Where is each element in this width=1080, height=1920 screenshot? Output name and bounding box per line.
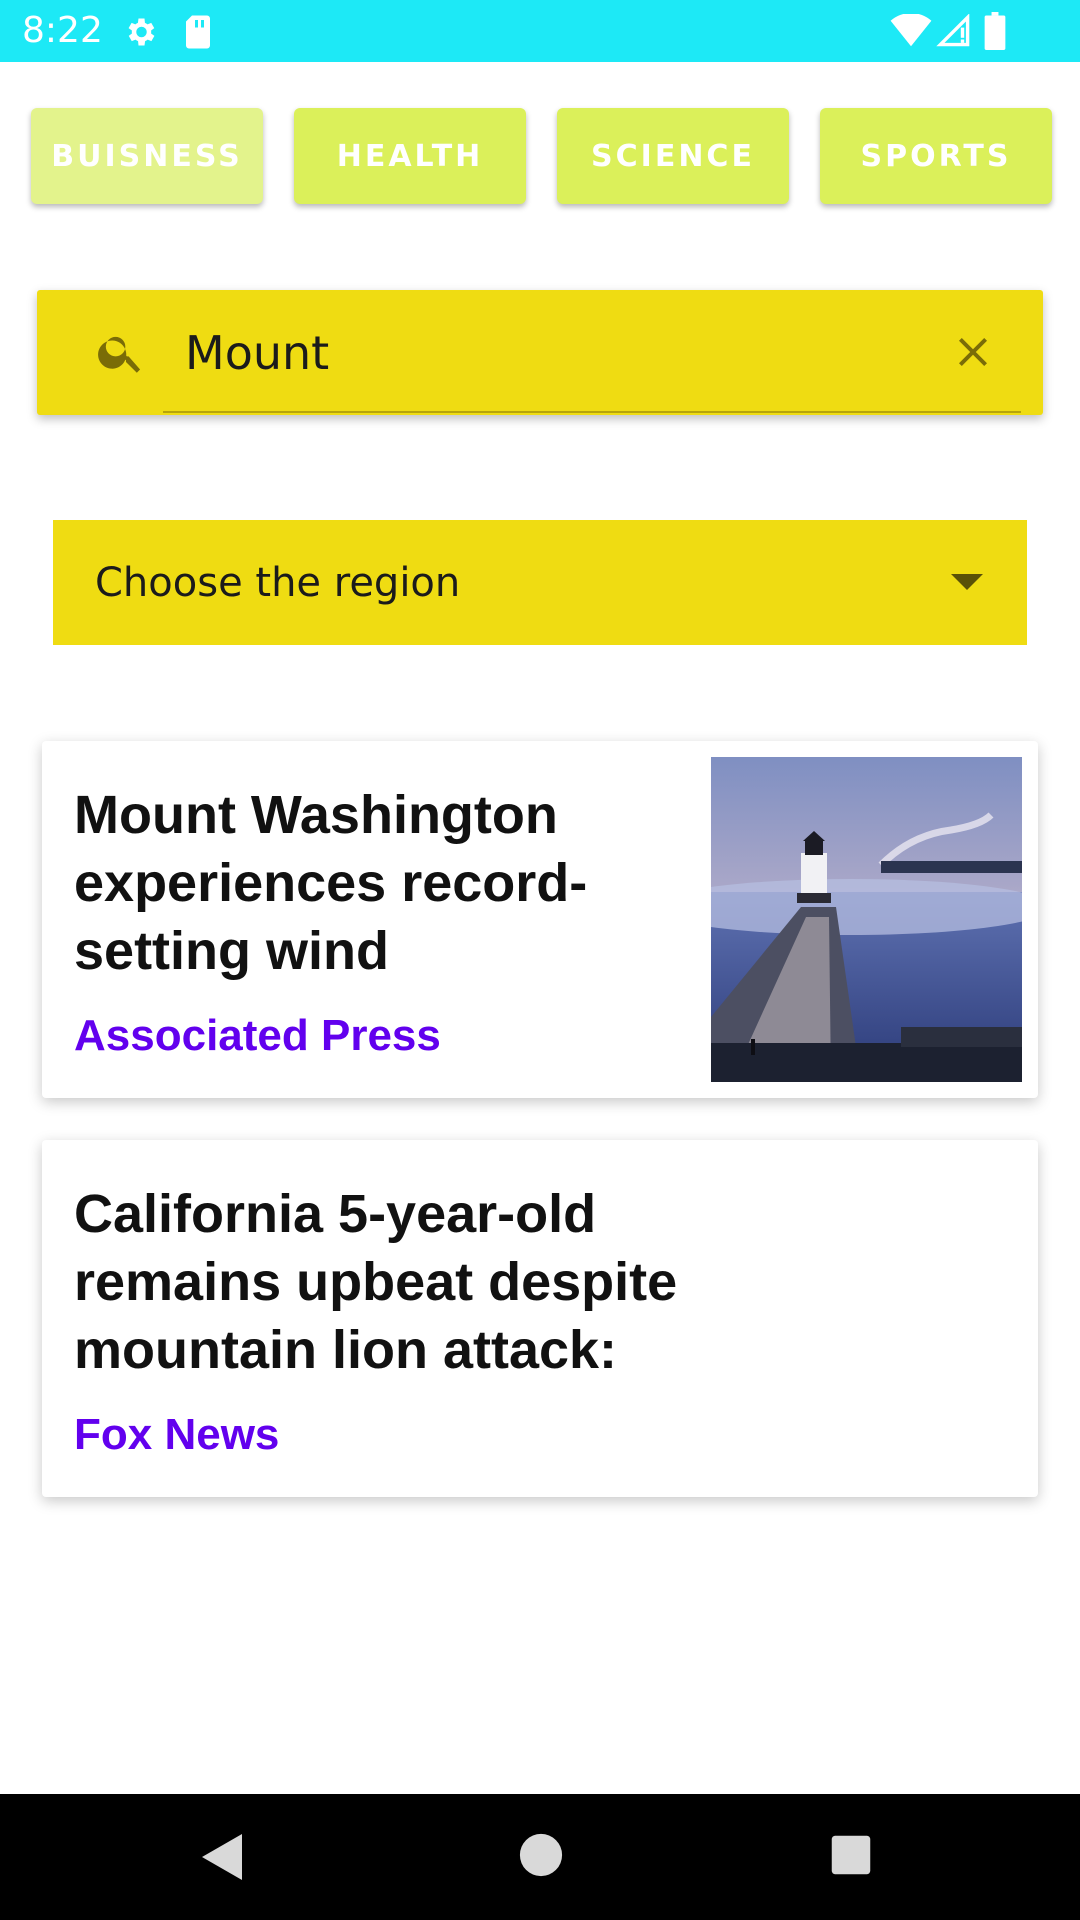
search-icon[interactable] bbox=[95, 326, 147, 383]
status-bar: 8:22 bbox=[0, 0, 1080, 62]
article-title: Mount Washington experiences record-sett… bbox=[74, 785, 588, 981]
category-label: HEALTH bbox=[336, 138, 484, 174]
article-card[interactable]: California 5-year-old remains upbeat des… bbox=[42, 1140, 1038, 1497]
wifi-icon bbox=[890, 13, 932, 53]
close-icon[interactable] bbox=[949, 328, 997, 381]
gear-icon bbox=[122, 14, 158, 55]
status-time: 8:22 bbox=[22, 10, 103, 51]
navigation-bar bbox=[0, 1794, 1080, 1920]
category-science-button[interactable]: SCIENCE bbox=[557, 108, 789, 204]
dropdown-arrow-icon bbox=[951, 572, 983, 597]
search-input[interactable]: Mount bbox=[185, 326, 329, 380]
category-business-button[interactable]: BUISNESS bbox=[31, 108, 263, 204]
recents-icon[interactable] bbox=[830, 1834, 872, 1881]
article-card[interactable]: Mount Washington experiences record-sett… bbox=[42, 741, 1051, 1098]
category-label: BUISNESS bbox=[51, 138, 243, 174]
article-source: Associated Press bbox=[74, 1011, 441, 1060]
battery-icon bbox=[984, 12, 1006, 55]
search-underline bbox=[163, 411, 1021, 413]
category-sports-button[interactable]: SPORTS bbox=[820, 108, 1052, 204]
sd-card-icon bbox=[182, 14, 214, 55]
search-box: Mount bbox=[37, 290, 1043, 415]
region-label: Choose the region bbox=[95, 560, 461, 606]
category-row: BUISNESS HEALTH SCIENCE SPORTS bbox=[0, 108, 1080, 208]
article-source: Fox News bbox=[74, 1410, 280, 1459]
cell-signal-icon bbox=[936, 13, 972, 53]
article-image bbox=[651, 757, 1051, 1082]
home-icon[interactable] bbox=[518, 1832, 564, 1883]
category-label: SCIENCE bbox=[591, 138, 755, 174]
category-label: SPORTS bbox=[860, 138, 1012, 174]
article-title: California 5-year-old remains upbeat des… bbox=[74, 1184, 678, 1380]
region-dropdown[interactable]: Choose the region bbox=[53, 520, 1027, 645]
category-health-button[interactable]: HEALTH bbox=[294, 108, 526, 204]
back-icon[interactable] bbox=[198, 1830, 246, 1889]
